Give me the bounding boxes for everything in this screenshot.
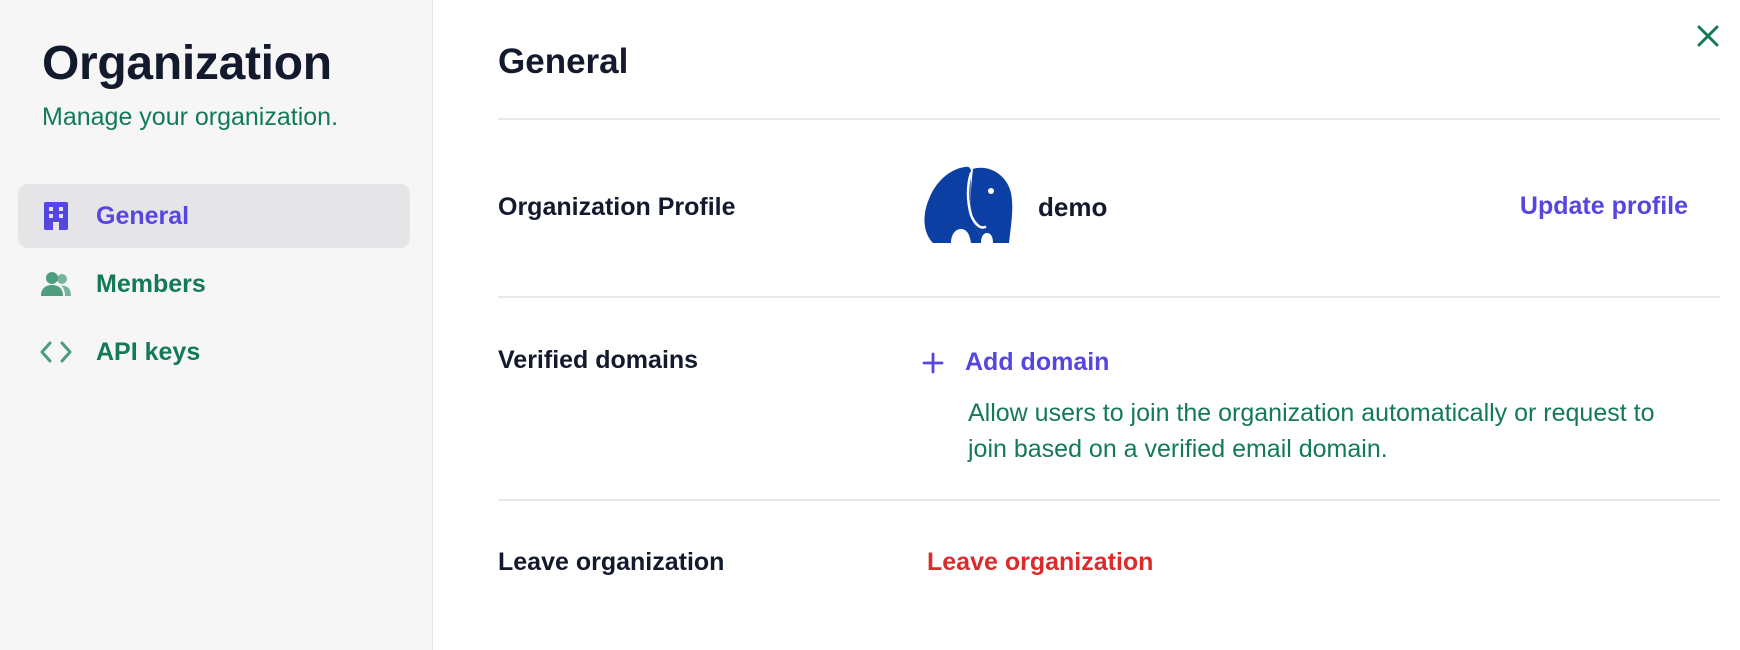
add-domain-label: Add domain bbox=[965, 348, 1110, 376]
sidebar-item-label: API keys bbox=[96, 337, 201, 366]
sidebar-item-api-keys[interactable]: API keys bbox=[18, 320, 410, 384]
sidebar-subtitle: Manage your organization. bbox=[42, 103, 339, 131]
main-content: General Organization Profile demo Update… bbox=[433, 0, 1740, 650]
update-profile-button[interactable]: Update profile bbox=[1520, 192, 1688, 221]
organization-settings-modal: Organization Manage your organization. G… bbox=[0, 0, 1740, 650]
organization-name: demo bbox=[1038, 192, 1108, 222]
plus-icon bbox=[921, 351, 945, 375]
leave-organization-label: Leave organization bbox=[498, 548, 725, 576]
divider bbox=[498, 499, 1720, 501]
sidebar: Organization Manage your organization. G… bbox=[0, 0, 433, 650]
organization-profile-label: Organization Profile bbox=[498, 193, 736, 221]
divider bbox=[498, 296, 1720, 298]
leave-organization-button[interactable]: Leave organization bbox=[927, 548, 1153, 577]
sidebar-item-general[interactable]: General bbox=[18, 184, 410, 248]
divider bbox=[498, 118, 1720, 120]
page-title: General bbox=[498, 42, 629, 81]
code-icon bbox=[40, 336, 72, 368]
close-icon[interactable] bbox=[1692, 20, 1724, 52]
sidebar-title: Organization bbox=[42, 37, 332, 90]
sidebar-item-label: General bbox=[96, 201, 190, 230]
verified-domains-description: Allow users to join the organization aut… bbox=[968, 399, 1655, 463]
elephant-logo-icon bbox=[921, 163, 1013, 245]
building-icon bbox=[40, 200, 72, 232]
verified-domains-label: Verified domains bbox=[498, 346, 699, 374]
sidebar-nav: General Members API keys bbox=[18, 184, 410, 388]
sidebar-item-label: Members bbox=[96, 269, 206, 298]
users-icon bbox=[40, 268, 72, 300]
sidebar-item-members[interactable]: Members bbox=[18, 252, 410, 316]
add-domain-button[interactable]: Add domain bbox=[921, 348, 1109, 377]
